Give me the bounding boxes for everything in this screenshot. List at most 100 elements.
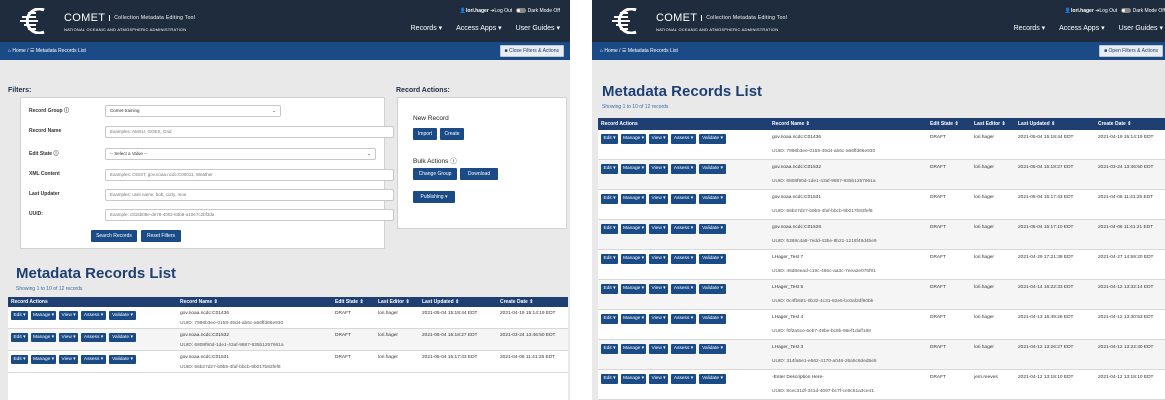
edit-button[interactable]: Edit ▾ — [11, 355, 28, 364]
view-button[interactable]: View ▾ — [649, 134, 668, 144]
col-record-name[interactable]: Record Name ⇕ — [772, 121, 810, 127]
edit-button[interactable]: Edit ▾ — [601, 344, 618, 354]
validate-button[interactable]: Validate ▾ — [699, 284, 726, 294]
create-button[interactable]: Create — [440, 128, 464, 140]
edit-state-select[interactable]: -- Select a Value -- ⌄ — [105, 148, 376, 160]
manage-button[interactable]: Manage ▾ — [621, 224, 646, 234]
assess-button[interactable]: Assess ▾ — [671, 164, 696, 174]
app-brand[interactable]: COMET Collection Metadata Editing Tool — [64, 12, 196, 24]
assess-button[interactable]: Assess ▾ — [81, 333, 106, 342]
edit-button[interactable]: Edit ▾ — [601, 164, 618, 174]
assess-button[interactable]: Assess ▾ — [671, 254, 696, 264]
col-last-updated[interactable]: Last Updated ⇕ — [422, 299, 459, 305]
col-create-date[interactable]: Create Date ⇕ — [1098, 121, 1131, 127]
view-button[interactable]: View ▾ — [649, 254, 668, 264]
edit-button[interactable]: Edit ▾ — [11, 311, 28, 320]
validate-button[interactable]: Validate ▾ — [699, 194, 726, 204]
view-button[interactable]: View ▾ — [649, 194, 668, 204]
edit-button[interactable]: Edit ▾ — [601, 314, 618, 324]
menu-records[interactable]: Records ▾ — [405, 25, 443, 32]
record-name-cell[interactable]: gov.noaa.ncdc:C01436 — [772, 135, 821, 140]
user-link[interactable]: lori.hager — [466, 8, 489, 14]
menu-user-guides[interactable]: User Guides ▾ — [1113, 25, 1163, 32]
record-name-cell[interactable]: LHager_Test 4 — [772, 315, 803, 320]
change-group-button[interactable]: Change Group — [413, 168, 457, 180]
assess-button[interactable]: Assess ▾ — [81, 311, 106, 320]
dark-mode-toggle[interactable] — [1120, 8, 1131, 14]
manage-button[interactable]: Manage ▾ — [621, 164, 646, 174]
col-edit-state[interactable]: Edit State ⇕ — [335, 299, 364, 305]
manage-button[interactable]: Manage ▾ — [621, 194, 646, 204]
record-name-cell[interactable]: gov.noaa.ncdc:C01528 — [772, 225, 821, 230]
record-name-cell[interactable]: LHager_Test 7 — [772, 255, 803, 260]
edit-button[interactable]: Edit ▾ — [601, 134, 618, 144]
open-filters-button[interactable]: ■ Open Filters & Actions — [1099, 45, 1163, 57]
manage-button[interactable]: Manage ▾ — [621, 134, 646, 144]
validate-button[interactable]: Validate ▾ — [109, 355, 136, 364]
publishing-dropdown[interactable]: Publishing ▾ — [413, 191, 455, 203]
app-brand[interactable]: COMET Collection Metadata Editing Tool — [656, 12, 788, 24]
breadcrumb-home[interactable]: Home — [12, 48, 25, 54]
assess-button[interactable]: Assess ▾ — [671, 314, 696, 324]
logout-link[interactable]: Log Out — [1099, 8, 1117, 14]
view-button[interactable]: View ▾ — [649, 344, 668, 354]
assess-button[interactable]: Assess ▾ — [671, 224, 696, 234]
user-link[interactable]: lori.hager — [1071, 8, 1094, 14]
menu-records[interactable]: Records ▾ — [1008, 25, 1046, 32]
validate-button[interactable]: Validate ▾ — [699, 254, 726, 264]
xml-content-input[interactable]: Examples: OISST, gov.noaa.ncdc:C00011, W… — [105, 169, 394, 181]
col-last-editor[interactable]: Last Editor ⇕ — [974, 121, 1006, 127]
manage-button[interactable]: Manage ▾ — [621, 284, 646, 294]
assess-button[interactable]: Assess ▾ — [671, 344, 696, 354]
assess-button[interactable]: Assess ▾ — [671, 374, 696, 384]
menu-access-apps[interactable]: Access Apps ▾ — [1053, 25, 1105, 32]
record-name-cell[interactable]: gov.noaa.ncdc:C01532 — [180, 333, 229, 338]
breadcrumb-home[interactable]: Home — [604, 48, 617, 54]
validate-button[interactable]: Validate ▾ — [699, 374, 726, 384]
edit-button[interactable]: Edit ▾ — [601, 374, 618, 384]
col-edit-state[interactable]: Edit State ⇕ — [930, 121, 959, 127]
manage-button[interactable]: Manage ▾ — [31, 311, 56, 320]
record-name-cell[interactable]: gov.noaa.ncdc:C01436 — [180, 311, 229, 316]
view-button[interactable]: View ▾ — [59, 355, 78, 364]
info-icon[interactable]: ⓘ — [64, 108, 69, 114]
manage-button[interactable]: Manage ▾ — [31, 355, 56, 364]
assess-button[interactable]: Assess ▾ — [671, 284, 696, 294]
assess-button[interactable]: Assess ▾ — [671, 194, 696, 204]
uuid-input[interactable]: Example: c815b08e-de78-4002-83b8-a10e7c2… — [105, 209, 394, 221]
manage-button[interactable]: Manage ▾ — [621, 254, 646, 264]
record-name-cell[interactable]: gov.noaa.ncdc:C01531 — [180, 355, 229, 360]
edit-button[interactable]: Edit ▾ — [601, 254, 618, 264]
view-button[interactable]: View ▾ — [649, 314, 668, 324]
validate-button[interactable]: Validate ▾ — [699, 164, 726, 174]
validate-button[interactable]: Validate ▾ — [699, 344, 726, 354]
col-create-date[interactable]: Create Date ⇕ — [500, 299, 533, 305]
edit-button[interactable]: Edit ▾ — [601, 284, 618, 294]
view-button[interactable]: View ▾ — [649, 284, 668, 294]
validate-button[interactable]: Validate ▾ — [699, 134, 726, 144]
reset-filters-button[interactable]: Reset Filters — [141, 230, 181, 242]
info-icon[interactable]: ⓘ — [450, 158, 457, 165]
download-button[interactable]: Download — [460, 168, 498, 180]
dark-mode-toggle[interactable] — [515, 8, 526, 14]
validate-button[interactable]: Validate ▾ — [109, 311, 136, 320]
search-records-button[interactable]: Search Records — [91, 230, 137, 242]
menu-user-guides[interactable]: User Guides ▾ — [510, 25, 560, 32]
record-name-cell[interactable]: gov.noaa.ncdc:C01532 — [772, 165, 821, 170]
close-filters-button[interactable]: ■ Close Filters & Actions — [499, 45, 564, 57]
view-button[interactable]: View ▾ — [59, 311, 78, 320]
record-name-cell[interactable]: LHager_Test 5 — [772, 285, 803, 290]
assess-button[interactable]: Assess ▾ — [81, 355, 106, 364]
view-button[interactable]: View ▾ — [649, 374, 668, 384]
manage-button[interactable]: Manage ▾ — [621, 374, 646, 384]
manage-button[interactable]: Manage ▾ — [621, 314, 646, 324]
edit-button[interactable]: Edit ▾ — [601, 194, 618, 204]
view-button[interactable]: View ▾ — [649, 164, 668, 174]
last-updater-input[interactable]: Examples: user.name, bob, curly, moe — [105, 189, 394, 201]
manage-button[interactable]: Manage ▾ — [621, 344, 646, 354]
view-button[interactable]: View ▾ — [649, 224, 668, 234]
assess-button[interactable]: Assess ▾ — [671, 134, 696, 144]
logout-link[interactable]: Log Out — [494, 8, 512, 14]
validate-button[interactable]: Validate ▾ — [699, 314, 726, 324]
col-last-updated[interactable]: Last Updated ⇕ — [1018, 121, 1055, 127]
